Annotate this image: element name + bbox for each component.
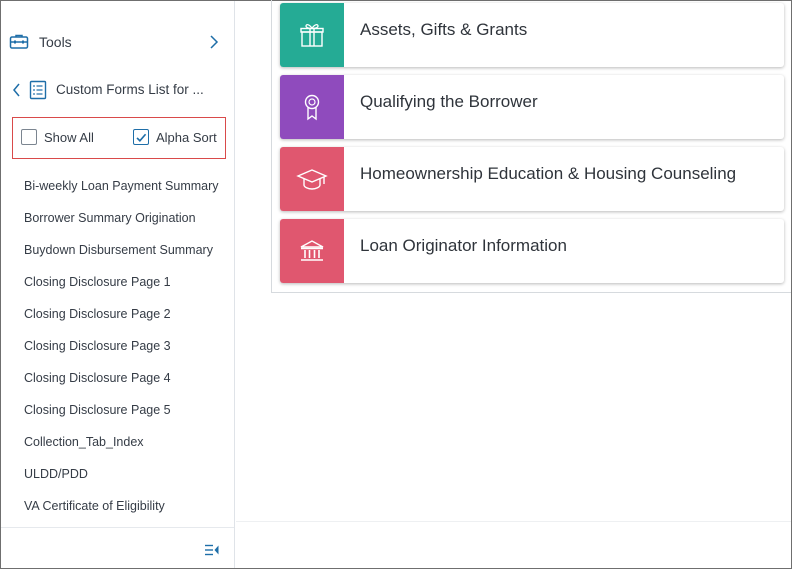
bank-building-icon: [300, 240, 324, 261]
card-tile: [280, 147, 344, 211]
list-item[interactable]: Buydown Disbursement Summary: [1, 235, 234, 267]
checkmark-icon: [135, 133, 146, 142]
sidebar: Tools Custom Forms List for ... Show All…: [1, 1, 235, 568]
collapse-sidebar-icon[interactable]: [205, 544, 219, 556]
sidebar-top-edge: [7, 0, 21, 2]
document-list-icon: [29, 80, 47, 100]
show-all-label: Show All: [44, 130, 94, 145]
card-tile: [280, 219, 344, 283]
graduation-cap-icon: [296, 169, 328, 190]
list-item[interactable]: Bi-weekly Loan Payment Summary: [1, 171, 234, 203]
alpha-sort-checkbox[interactable]: [133, 129, 149, 145]
custom-forms-list-label: Custom Forms List for ...: [56, 82, 204, 97]
ribbon-badge-icon: [304, 94, 320, 121]
card-qualifying-the-borrower[interactable]: Qualifying the Borrower: [280, 75, 784, 139]
alpha-sort-label: Alpha Sort: [156, 130, 217, 145]
list-item[interactable]: Closing Disclosure Page 5: [1, 395, 234, 427]
chevron-right-icon: [210, 35, 219, 49]
list-item[interactable]: Borrower Summary Origination: [1, 203, 234, 235]
list-item[interactable]: Closing Disclosure Page 4: [1, 363, 234, 395]
sidebar-item-tools[interactable]: Tools: [1, 23, 234, 61]
card-title: Homeownership Education & Housing Counse…: [360, 164, 737, 183]
list-item[interactable]: ULDD/PDD: [1, 459, 234, 491]
card-title: Loan Originator Information: [360, 236, 567, 255]
list-item[interactable]: Closing Disclosure Page 1: [1, 267, 234, 299]
toolbox-icon: [9, 34, 29, 49]
card-title: Qualifying the Borrower: [360, 92, 538, 111]
card-tile: [280, 3, 344, 67]
card-tile: [280, 75, 344, 139]
custom-forms-list: Bi-weekly Loan Payment Summary Borrower …: [1, 171, 234, 523]
show-all-checkbox[interactable]: [21, 129, 37, 145]
chevron-left-icon[interactable]: [12, 82, 22, 98]
gift-icon: [300, 23, 324, 47]
list-item[interactable]: Collection_Tab_Index: [1, 427, 234, 459]
sidebar-footer: [1, 527, 234, 568]
card-title: Assets, Gifts & Grants: [360, 20, 528, 39]
card-loan-originator-information[interactable]: Loan Originator Information: [280, 219, 784, 283]
card-assets-gifts-grants[interactable]: Assets, Gifts & Grants: [280, 3, 784, 67]
custom-forms-list-header[interactable]: Custom Forms List for ...: [1, 73, 234, 107]
main-footer-divider: [236, 521, 791, 522]
list-item[interactable]: Closing Disclosure Page 3: [1, 331, 234, 363]
list-item[interactable]: VA Certificate of Eligibility: [1, 491, 234, 523]
list-item[interactable]: Closing Disclosure Page 2: [1, 299, 234, 331]
card-homeownership-education[interactable]: Homeownership Education & Housing Counse…: [280, 147, 784, 211]
filter-options: Show All Alpha Sort: [12, 117, 226, 159]
tools-label: Tools: [39, 34, 72, 50]
